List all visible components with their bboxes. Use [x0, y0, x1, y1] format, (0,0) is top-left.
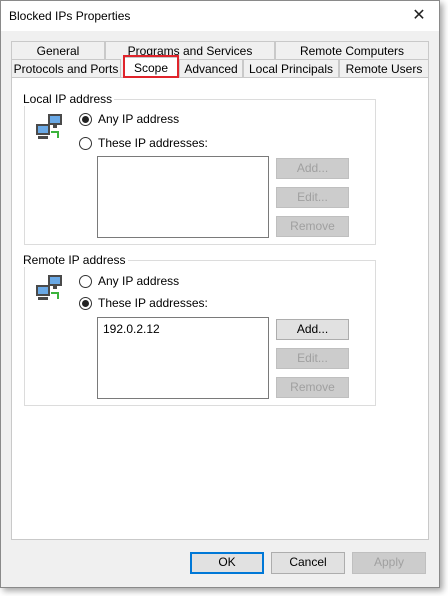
tab-advanced[interactable]: Advanced [179, 59, 243, 77]
remote-edit-button[interactable]: Edit... [276, 348, 349, 369]
apply-button[interactable]: Apply [352, 552, 426, 574]
tab-remote-users[interactable]: Remote Users [339, 59, 429, 77]
remote-ip-list[interactable]: 192.0.2.12 [97, 317, 269, 399]
close-icon[interactable]: ✕ [409, 6, 429, 26]
ok-button[interactable]: OK [190, 552, 264, 574]
local-these-ip-label: These IP addresses: [98, 136, 208, 150]
network-computers-icon [36, 114, 62, 139]
local-ip-group-label: Local IP address [21, 92, 115, 106]
remote-these-ip-radio[interactable] [79, 297, 92, 310]
scope-tab-highlight [123, 55, 179, 78]
network-computers-icon [36, 275, 62, 300]
local-add-button[interactable]: Add... [276, 158, 349, 179]
tab-local-principals[interactable]: Local Principals [243, 59, 339, 77]
local-any-ip-radio[interactable] [79, 113, 92, 126]
remote-any-ip-radio[interactable] [79, 275, 92, 288]
cancel-button[interactable]: Cancel [271, 552, 345, 574]
window-title: Blocked IPs Properties [9, 9, 131, 23]
local-ip-list[interactable] [97, 156, 269, 238]
remote-these-ip-label: These IP addresses: [98, 296, 208, 310]
local-edit-button[interactable]: Edit... [276, 187, 349, 208]
remote-any-ip-label: Any IP address [98, 274, 180, 288]
local-these-ip-radio[interactable] [79, 137, 92, 150]
local-any-ip-label: Any IP address [98, 112, 180, 126]
tab-remote-computers[interactable]: Remote Computers [275, 41, 429, 59]
remote-add-button[interactable]: Add... [276, 319, 349, 340]
tab-general[interactable]: General [11, 41, 105, 59]
remote-ip-group-label: Remote IP address [21, 253, 128, 267]
title-bar: Blocked IPs Properties ✕ [1, 1, 439, 31]
scope-panel: Local IP address Any IP address These IP… [11, 77, 429, 540]
tab-protocols-and-ports[interactable]: Protocols and Ports [11, 59, 121, 77]
local-remove-button[interactable]: Remove [276, 216, 349, 237]
list-item[interactable]: 192.0.2.12 [103, 322, 160, 336]
remote-remove-button[interactable]: Remove [276, 377, 349, 398]
properties-dialog: Blocked IPs Properties ✕ General Program… [0, 0, 440, 588]
